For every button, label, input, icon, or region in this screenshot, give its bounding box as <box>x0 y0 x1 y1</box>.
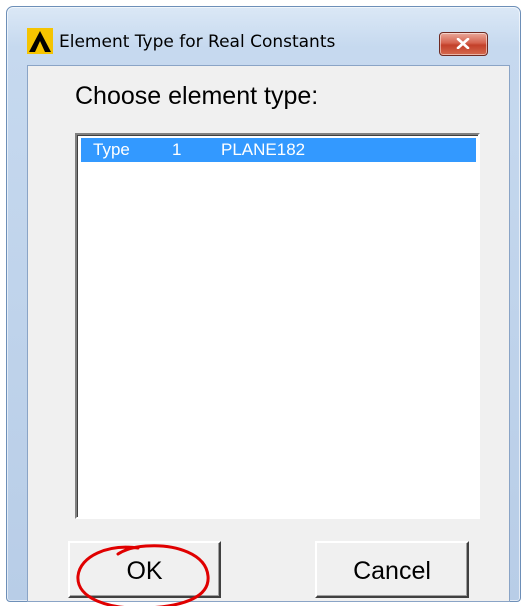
close-button[interactable] <box>439 32 488 56</box>
list-item-number: 1 <box>172 140 182 159</box>
dialog-window: Element Type for Real Constants Choose e… <box>6 6 521 606</box>
cancel-button[interactable]: Cancel <box>315 541 469 598</box>
window-title: Element Type for Real Constants <box>59 32 336 52</box>
title-bar[interactable]: Element Type for Real Constants <box>7 7 520 56</box>
ansys-logo-icon <box>27 28 53 54</box>
screenshot-stage: Element Type for Real Constants Choose e… <box>0 0 527 606</box>
prompt-label: Choose element type: <box>75 82 319 110</box>
ok-button[interactable]: OK <box>68 541 221 598</box>
list-item-type-label: Type <box>93 140 130 159</box>
list-item[interactable]: Type 1 PLANE182 <box>81 138 476 162</box>
close-icon <box>456 38 470 49</box>
dialog-content: Choose element type: Type 1 PLANE182 OK … <box>27 65 510 606</box>
element-type-listbox[interactable]: Type 1 PLANE182 <box>75 133 480 519</box>
list-item-element-name: PLANE182 <box>221 140 306 159</box>
